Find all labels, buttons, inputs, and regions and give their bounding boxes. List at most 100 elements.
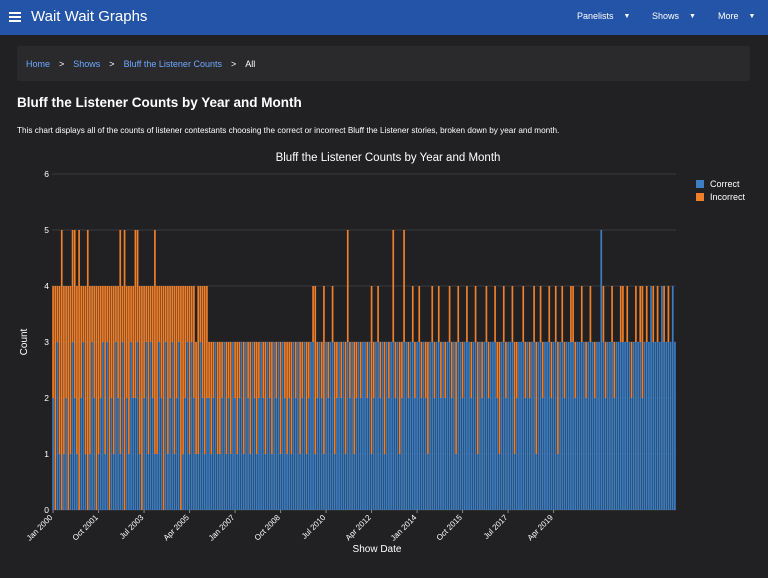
bar-correct[interactable]	[325, 342, 327, 510]
bar-incorrect[interactable]	[444, 342, 447, 398]
bar-correct[interactable]	[526, 342, 529, 510]
bar-incorrect[interactable]	[366, 342, 369, 398]
bar-incorrect[interactable]	[171, 286, 174, 342]
bar-incorrect[interactable]	[485, 286, 488, 342]
bar-incorrect[interactable]	[238, 342, 241, 398]
bar-correct[interactable]	[340, 398, 343, 510]
bar-correct[interactable]	[208, 398, 210, 510]
bar-incorrect[interactable]	[418, 286, 421, 342]
bar-incorrect[interactable]	[533, 286, 535, 342]
bar-correct[interactable]	[442, 342, 444, 510]
bar-correct[interactable]	[65, 398, 67, 510]
bar-incorrect[interactable]	[541, 342, 544, 398]
bar-correct[interactable]	[281, 342, 284, 510]
bar-correct[interactable]	[494, 342, 496, 510]
bar-correct[interactable]	[132, 398, 135, 510]
bar-correct[interactable]	[255, 454, 258, 510]
bar-correct[interactable]	[593, 398, 596, 510]
bar-incorrect[interactable]	[134, 230, 137, 398]
bar-correct[interactable]	[249, 454, 252, 510]
bar-correct[interactable]	[619, 342, 622, 510]
bar-correct[interactable]	[600, 230, 603, 510]
bar-correct[interactable]	[533, 342, 535, 510]
breadcrumb-bluff-counts[interactable]: Bluff the Listener Counts	[124, 59, 222, 69]
bar-correct[interactable]	[561, 342, 564, 510]
bar-incorrect[interactable]	[414, 342, 416, 398]
bar-incorrect[interactable]	[370, 286, 373, 454]
bar-incorrect[interactable]	[316, 342, 319, 398]
bar-incorrect[interactable]	[89, 286, 91, 454]
bar-correct[interactable]	[589, 342, 592, 510]
bar-correct[interactable]	[91, 342, 93, 510]
nav-panelists[interactable]: Panelists ▼	[577, 11, 630, 21]
bar-correct[interactable]	[667, 342, 670, 510]
bar-correct[interactable]	[567, 342, 570, 510]
bar-correct[interactable]	[197, 454, 200, 510]
bar-correct[interactable]	[658, 342, 661, 510]
bar-incorrect[interactable]	[177, 286, 180, 342]
bar-correct[interactable]	[290, 454, 293, 510]
bar-incorrect[interactable]	[123, 230, 126, 510]
bar-correct[interactable]	[262, 398, 265, 510]
bar-correct[interactable]	[531, 342, 533, 510]
bar-incorrect[interactable]	[301, 342, 304, 398]
bar-incorrect[interactable]	[667, 286, 670, 342]
bar-correct[interactable]	[431, 342, 434, 510]
bar-correct[interactable]	[221, 398, 223, 510]
bar-correct[interactable]	[470, 398, 473, 510]
bar-correct[interactable]	[299, 454, 301, 510]
bar-correct[interactable]	[388, 398, 390, 510]
bar-incorrect[interactable]	[398, 342, 401, 454]
bar-correct[interactable]	[522, 342, 525, 510]
bar-incorrect[interactable]	[253, 342, 256, 398]
bar-incorrect[interactable]	[73, 230, 76, 398]
bar-correct[interactable]	[353, 454, 356, 510]
bar-incorrect[interactable]	[201, 286, 204, 398]
bar-correct[interactable]	[552, 342, 555, 510]
bar-incorrect[interactable]	[656, 286, 659, 342]
bar-incorrect[interactable]	[433, 342, 436, 398]
bar-correct[interactable]	[301, 398, 304, 510]
bar-correct[interactable]	[368, 342, 371, 510]
bar-correct[interactable]	[459, 342, 462, 510]
bar-correct[interactable]	[316, 398, 319, 510]
bar-correct[interactable]	[407, 398, 410, 510]
bar-incorrect[interactable]	[249, 342, 252, 454]
bar-incorrect[interactable]	[349, 342, 351, 398]
bar-incorrect[interactable]	[626, 286, 629, 342]
bar-incorrect[interactable]	[437, 286, 440, 342]
bar-incorrect[interactable]	[613, 342, 616, 398]
bar-correct[interactable]	[349, 398, 351, 510]
bar-correct[interactable]	[125, 398, 128, 510]
bar-incorrect[interactable]	[379, 342, 382, 398]
bar-correct[interactable]	[580, 342, 583, 510]
bar-correct[interactable]	[288, 398, 291, 510]
bar-incorrect[interactable]	[570, 286, 572, 342]
bar-correct[interactable]	[175, 398, 178, 510]
bar-correct[interactable]	[505, 398, 507, 510]
bar-correct[interactable]	[468, 342, 470, 510]
bar-correct[interactable]	[364, 342, 366, 510]
bar-correct[interactable]	[414, 398, 416, 510]
bar-correct[interactable]	[535, 454, 538, 510]
bar-incorrect[interactable]	[275, 342, 278, 398]
bar-incorrect[interactable]	[355, 342, 358, 398]
bar-incorrect[interactable]	[112, 286, 115, 454]
bar-incorrect[interactable]	[102, 286, 104, 342]
bar-correct[interactable]	[602, 342, 605, 510]
menu-icon[interactable]	[9, 12, 21, 22]
bar-correct[interactable]	[314, 454, 317, 510]
bar-incorrect[interactable]	[99, 286, 102, 398]
bar-incorrect[interactable]	[125, 286, 128, 398]
bar-correct[interactable]	[355, 398, 358, 510]
bar-incorrect[interactable]	[115, 286, 117, 342]
bar-correct[interactable]	[463, 342, 466, 510]
bar-incorrect[interactable]	[431, 286, 434, 342]
bar-incorrect[interactable]	[221, 342, 223, 398]
bar-incorrect[interactable]	[639, 286, 642, 342]
bar-correct[interactable]	[320, 398, 323, 510]
bar-correct[interactable]	[416, 342, 418, 510]
bar-incorrect[interactable]	[645, 286, 648, 342]
bar-incorrect[interactable]	[182, 286, 184, 454]
bar-incorrect[interactable]	[487, 342, 490, 398]
